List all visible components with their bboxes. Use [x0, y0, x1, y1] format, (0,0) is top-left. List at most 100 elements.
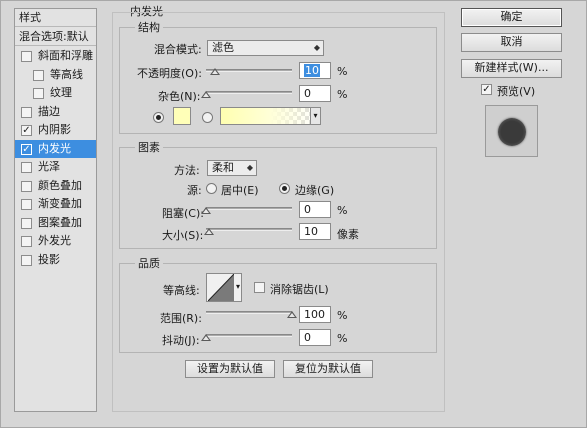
style-item-checkbox[interactable] — [21, 106, 32, 118]
choke-input[interactable]: 0 — [299, 201, 331, 218]
color-radio[interactable] — [153, 112, 164, 123]
cancel-button[interactable]: 取消 — [461, 33, 562, 52]
quality-title: 品质 — [135, 255, 163, 271]
blend-mode-select[interactable]: 滤色 ◆ — [207, 40, 324, 56]
style-item-label: 投影 — [38, 252, 60, 266]
choke-label: 阻塞(C): — [162, 207, 204, 220]
style-item-label: 图案叠加 — [38, 215, 82, 229]
antialias-checkbox[interactable] — [254, 282, 265, 293]
source-edge-label: 边缘(G) — [295, 184, 335, 197]
style-item-label: 内发光 — [38, 141, 71, 155]
choke-unit: % — [337, 204, 348, 217]
noise-slider-track[interactable] — [206, 91, 292, 94]
style-item-checkbox[interactable]: ✓ — [21, 125, 32, 136]
jitter-slider-thumb[interactable] — [201, 334, 211, 341]
range-slider-thumb[interactable] — [287, 311, 297, 318]
style-item-label: 斜面和浮雕 — [38, 49, 93, 62]
opacity-input[interactable]: 10 — [299, 62, 331, 79]
choke-slider-thumb[interactable] — [201, 207, 211, 214]
noise-label: 杂色(N): — [158, 90, 201, 103]
gradient-radio[interactable] — [202, 112, 213, 123]
opacity-slider-thumb[interactable] — [209, 68, 220, 75]
structure-title: 结构 — [135, 19, 163, 35]
size-input[interactable]: 10 — [299, 223, 331, 240]
style-item[interactable]: 描边 — [15, 103, 96, 121]
style-item[interactable]: 颜色叠加 — [15, 177, 96, 195]
preview-checkbox[interactable]: ✓ — [481, 84, 492, 95]
blend-mode-value: 滤色 — [212, 41, 234, 54]
reset-default-button[interactable]: 复位为默认值 — [283, 360, 373, 378]
choke-slider-track[interactable] — [206, 207, 292, 210]
size-slider-track[interactable] — [206, 228, 292, 231]
elements-title: 图素 — [135, 139, 163, 155]
method-label: 方法: — [174, 164, 200, 177]
style-item-label: 等高线 — [50, 67, 83, 81]
gradient-picker[interactable]: ▾ — [220, 107, 321, 125]
noise-unit: % — [337, 88, 348, 101]
new-style-button[interactable]: 新建样式(W)... — [461, 59, 562, 78]
preview-label: 预览(V) — [497, 85, 536, 98]
method-value: 柔和 — [212, 161, 234, 174]
style-item-label: 渐变叠加 — [38, 197, 82, 210]
style-item-checkbox[interactable] — [21, 199, 32, 210]
jitter-slider-track[interactable] — [206, 334, 292, 337]
style-item[interactable]: ✓ 内发光 — [15, 139, 96, 158]
styles-header[interactable]: 样式 — [15, 9, 96, 27]
jitter-unit: % — [337, 332, 348, 345]
source-label: 源: — [187, 184, 202, 197]
style-item-checkbox[interactable] — [33, 88, 44, 99]
preview-thumbnail — [485, 105, 538, 157]
opacity-value: 10 — [304, 64, 320, 77]
blend-options-item[interactable]: 混合选项:默认 — [15, 28, 96, 46]
preview-swatch — [498, 118, 526, 146]
noise-slider-thumb[interactable] — [201, 91, 211, 98]
style-item[interactable]: 外发光 — [15, 232, 96, 250]
style-item[interactable]: 纹理 — [15, 84, 96, 102]
noise-input[interactable]: 0 — [299, 85, 331, 102]
style-item-checkbox[interactable]: ✓ — [21, 143, 32, 155]
source-edge-radio[interactable] — [279, 183, 290, 194]
size-slider-thumb[interactable] — [204, 228, 215, 235]
style-item-label: 颜色叠加 — [38, 178, 82, 192]
range-input[interactable]: 100 — [299, 306, 331, 323]
opacity-label: 不透明度(O): — [137, 67, 202, 80]
style-item[interactable]: 光泽 — [15, 158, 96, 176]
style-item-checkbox[interactable] — [33, 69, 44, 81]
style-item[interactable]: 投影 — [15, 251, 96, 269]
style-item[interactable]: 等高线 — [15, 66, 96, 84]
style-item[interactable]: 斜面和浮雕 — [15, 47, 96, 65]
style-item[interactable]: 图案叠加 — [15, 214, 96, 232]
method-select[interactable]: 柔和 ◆ — [207, 160, 257, 176]
style-item-label: 光泽 — [38, 160, 60, 173]
set-default-button[interactable]: 设置为默认值 — [185, 360, 275, 378]
source-center-radio[interactable] — [206, 183, 217, 194]
opacity-unit: % — [337, 65, 348, 78]
style-item-checkbox[interactable] — [21, 217, 32, 229]
style-item[interactable]: 渐变叠加 — [15, 195, 96, 213]
jitter-input[interactable]: 0 — [299, 329, 331, 346]
antialias-label: 消除锯齿(L) — [270, 283, 329, 296]
style-item-label: 描边 — [38, 104, 60, 118]
style-item-checkbox[interactable] — [21, 236, 32, 247]
styles-list: 样式 混合选项:默认 斜面和浮雕 等高线 纹理 描边 ✓ 内阴影 ✓ 内发光 光泽 颜色叠加 渐变叠… — [14, 8, 97, 412]
style-item-checkbox[interactable] — [21, 162, 32, 173]
contour-label: 等高线: — [163, 284, 200, 297]
style-item-checkbox[interactable] — [21, 180, 32, 192]
style-item-checkbox[interactable] — [21, 51, 32, 62]
range-label: 范围(R): — [160, 312, 202, 325]
contour-linear-icon — [208, 274, 234, 301]
range-unit: % — [337, 309, 348, 322]
source-center-label: 居中(E) — [221, 184, 259, 197]
blend-mode-label: 混合模式: — [154, 43, 202, 56]
ok-button[interactable]: 确定 — [461, 8, 562, 27]
gradient-dropdown-icon[interactable]: ▾ — [310, 108, 320, 124]
range-slider-track[interactable] — [206, 311, 292, 314]
size-unit: 像素 — [337, 228, 359, 241]
contour-picker[interactable]: ▾ — [206, 273, 242, 302]
glow-color-swatch[interactable] — [173, 107, 191, 125]
style-item-label: 外发光 — [38, 234, 71, 247]
contour-dropdown-icon[interactable]: ▾ — [236, 282, 240, 291]
style-item-checkbox[interactable] — [21, 254, 32, 266]
style-item[interactable]: ✓ 内阴影 — [15, 121, 96, 139]
select-arrows-icon: ◆ — [246, 163, 253, 172]
